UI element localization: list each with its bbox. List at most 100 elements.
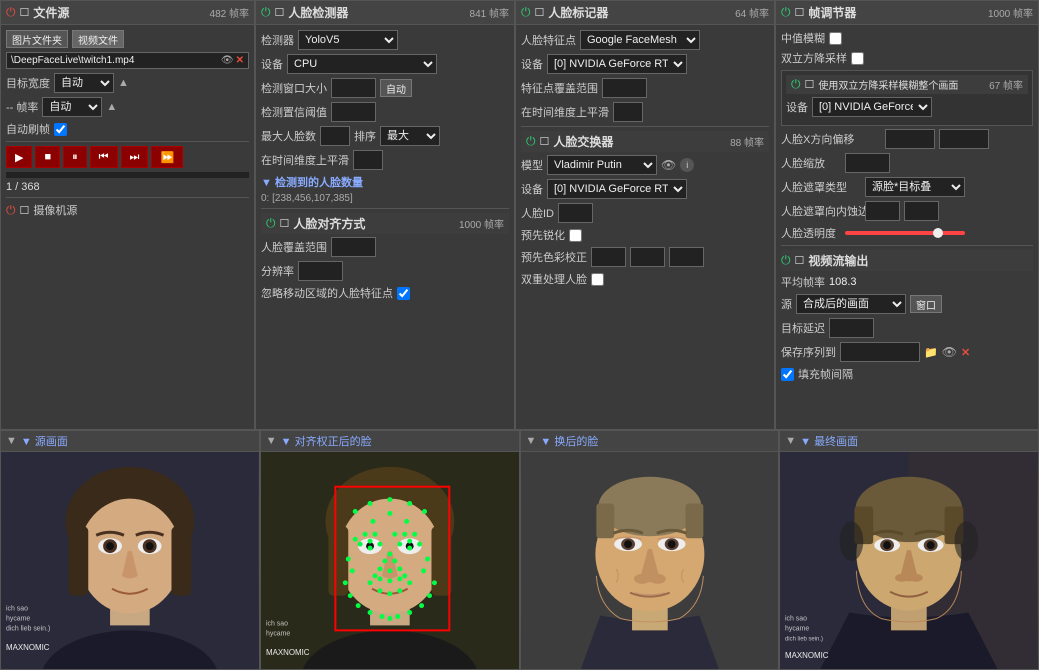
forward-button[interactable]: ⏩ <box>151 146 183 168</box>
preview-result: ▼ ▼ 最终画面 <box>779 430 1039 670</box>
file-path-text: \DeepFaceLive\twitch1.mp4 <box>11 55 219 66</box>
power-icon-adjuster[interactable]: ⏻ <box>781 5 791 20</box>
avg-fps-value: 108.3 <box>829 276 857 288</box>
preview-aligned-body: ich sao hycame MAXNOMIC <box>261 452 519 670</box>
stop-button[interactable]: ■ <box>35 146 60 168</box>
avg-fps-row: 平均帧率 108.3 <box>781 274 1033 290</box>
ignore-checkbox[interactable] <box>397 287 410 300</box>
checkbox-adjuster[interactable]: ☐ <box>795 6 805 19</box>
play-button[interactable]: ▶ <box>6 146 32 168</box>
collapse-arrow-result[interactable]: ▼ <box>785 435 796 447</box>
model-select[interactable]: Vladimir Putin <box>547 155 657 175</box>
power-icon-detector[interactable]: ⏻ <box>261 5 271 20</box>
power-icon-file[interactable]: ⏻ <box>6 5 16 20</box>
double-label: 双重处理人脸 <box>521 271 587 287</box>
window-button[interactable]: 窗口 <box>910 295 942 313</box>
double-checkbox[interactable] <box>591 273 604 286</box>
swapper-title: 人脸交换器 <box>553 133 726 150</box>
fps-select[interactable]: 自动 <box>42 97 102 117</box>
tab-video-file[interactable]: 视频文件 <box>72 30 124 48</box>
checkbox-stream[interactable]: ☐ <box>795 254 805 267</box>
adj-device-select[interactable]: [0] NVIDIA GeForce <box>812 97 932 117</box>
threshold-input[interactable]: 0.50 <box>331 102 376 122</box>
erosion-input[interactable]: 5 <box>865 201 900 221</box>
collapse-arrow-source[interactable]: ▼ <box>6 435 17 447</box>
coverage-input[interactable]: 2.2 <box>331 237 376 257</box>
resolution-input[interactable]: 224 <box>298 261 343 281</box>
marker-smooth-input[interactable]: 1 <box>613 102 643 122</box>
median-checkbox[interactable] <box>829 32 842 45</box>
pre-sharpen-checkbox[interactable] <box>569 229 582 242</box>
fps-spin-up[interactable]: ▲ <box>106 101 117 113</box>
eye-icon-save[interactable]: 👁 <box>942 345 957 359</box>
swapper-subheader: ⏻ ☐ 人脸交换器 88 帧率 <box>521 131 769 152</box>
color-b-input[interactable]: 1.00 <box>669 247 704 267</box>
swapper-device-select[interactable]: [0] NVIDIA GeForce RTX <box>547 179 687 199</box>
checkbox-marker[interactable]: ☐ <box>535 6 545 19</box>
face-id-input[interactable]: 0 <box>558 203 593 223</box>
opacity-row: 人脸透明度 <box>781 225 1033 241</box>
device-select[interactable]: CPU <box>287 54 437 74</box>
eye-icon-model[interactable]: 👁 <box>661 158 676 172</box>
adj-device-row: 设备 [0] NVIDIA GeForce <box>786 97 1028 117</box>
checkbox-file[interactable]: ☐ <box>20 6 30 19</box>
fill-frames-checkbox[interactable] <box>781 368 794 381</box>
color-g-input[interactable]: 1.00 <box>630 247 665 267</box>
ignore-row: 忽略移动区域的人脸特征点 <box>261 285 509 301</box>
target-width-spin-up[interactable]: ▲ <box>118 77 129 89</box>
power-icon-marker[interactable]: ⏻ <box>521 5 531 20</box>
source-select[interactable]: 合成后的画面 <box>796 294 906 314</box>
checkbox-align[interactable]: ☐ <box>280 217 290 230</box>
target-width-select[interactable]: 自动 <box>54 73 114 93</box>
y-offset-input[interactable]: 0,000 <box>939 129 989 149</box>
close-icon-file[interactable]: ✕ <box>236 55 244 66</box>
pause-button[interactable]: ⏸ <box>63 146 87 168</box>
marker-device-select[interactable]: [0] NVIDIA GeForce RTX 3 <box>547 54 687 74</box>
resolution-row: 分辨率 224 <box>261 261 509 281</box>
power-icon-blur[interactable]: ⏻ <box>791 77 801 92</box>
svg-text:dich lieb sein.): dich lieb sein.) <box>6 625 50 632</box>
close-icon-save[interactable]: ✕ <box>961 346 970 359</box>
sort-select[interactable]: 最大 <box>380 126 440 146</box>
prev-button[interactable]: ⏮ <box>90 146 118 168</box>
auto-button-window[interactable]: 自动 <box>380 79 412 97</box>
x-offset-input[interactable]: 0.000 <box>885 129 935 149</box>
smooth-row: 在时间维度上平滑 1 <box>261 150 509 170</box>
auto-reload-checkbox[interactable] <box>54 123 67 136</box>
power-icon-camera[interactable]: ⏻ <box>6 203 16 218</box>
save-path-input[interactable]: ... <box>840 342 920 362</box>
smooth-input[interactable]: 1 <box>353 150 383 170</box>
face-marker-panel: ⏻ ☐ 人脸标记器 64 帧率 人脸特征点 Google FaceMesh 设备… <box>515 0 775 430</box>
window-size-input[interactable]: 128 <box>331 78 376 98</box>
checkbox-camera[interactable]: ☐ <box>20 204 30 217</box>
collapse-arrow-swapped[interactable]: ▼ <box>526 435 537 447</box>
max-faces-input[interactable]: 1 <box>320 126 350 146</box>
eye-icon-file[interactable]: 👁 <box>221 55 234 66</box>
power-icon-swapper[interactable]: ⏻ <box>526 134 536 149</box>
power-icon-align[interactable]: ⏻ <box>266 216 276 231</box>
stream-title: 视频流输出 <box>808 252 1033 269</box>
next-button[interactable]: ⏭ <box>121 146 149 168</box>
color-r-input[interactable]: 1.00 <box>591 247 626 267</box>
blur-input[interactable]: 25 <box>904 201 939 221</box>
range-row: 特征点覆盖范围 1.3 <box>521 78 769 98</box>
range-input[interactable]: 1.3 <box>602 78 647 98</box>
info-icon-model[interactable]: i <box>680 158 694 172</box>
landmarks-row: 人脸特征点 Google FaceMesh <box>521 30 769 50</box>
count-label: ▼ 检测到的人脸数量 <box>261 174 509 190</box>
checkbox-blur[interactable]: ☐ <box>805 78 815 91</box>
checkbox-detector[interactable]: ☐ <box>275 6 285 19</box>
scale-input[interactable]: 1.00 <box>845 153 890 173</box>
preview-swapped-label: ▼ 换后的脸 <box>540 433 598 449</box>
delay-input[interactable]: 500 <box>829 318 874 338</box>
power-icon-stream[interactable]: ⏻ <box>781 253 791 268</box>
landmarks-select[interactable]: Google FaceMesh <box>580 30 700 50</box>
folder-icon[interactable]: 📁 <box>924 346 938 359</box>
checkbox-swapper[interactable]: ☐ <box>540 135 550 148</box>
bilateral-checkbox[interactable] <box>851 52 864 65</box>
tab-image-folder[interactable]: 图片文件夹 <box>6 30 68 48</box>
opacity-slider[interactable] <box>845 231 965 235</box>
detector-select[interactable]: YoloV5 <box>298 30 398 50</box>
collapse-arrow-aligned[interactable]: ▼ <box>266 435 277 447</box>
face-type-select[interactable]: 源脸*目标叠 <box>865 177 965 197</box>
